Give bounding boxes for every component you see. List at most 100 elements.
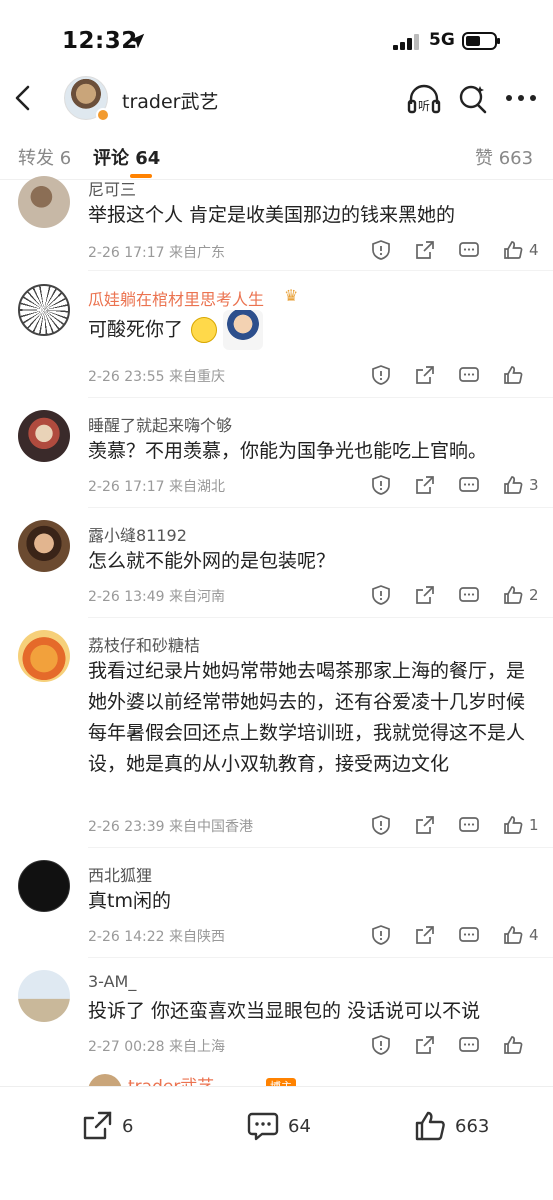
nav-bar: trader武艺 听 [0, 74, 553, 124]
commenter-name[interactable]: 荔枝仔和砂糖桔 [88, 632, 200, 656]
comment-text: 怎么就不能外网的是包装呢？ [88, 550, 336, 572]
comment-actions: 3 [348, 473, 539, 497]
bottom-action-bar: 6 64 663 [0, 1086, 553, 1200]
back-chevron-icon[interactable] [12, 84, 34, 112]
share-icon[interactable] [414, 239, 436, 261]
like-icon[interactable] [502, 584, 524, 606]
comment-actions [348, 363, 539, 387]
reply-icon[interactable] [458, 474, 480, 496]
like-count: 3 [529, 476, 539, 494]
status-bar: 12:32 5G [0, 0, 553, 74]
like-count-total: 663 [455, 1115, 490, 1137]
like-count: 2 [529, 586, 539, 604]
commenter-avatar[interactable] [18, 410, 70, 462]
comment-text: 羡慕？不用羡慕，你能为国争光也能吃上官晌。 [88, 440, 488, 462]
like-count: 4 [529, 241, 539, 259]
report-icon[interactable] [370, 814, 392, 836]
share-icon[interactable] [414, 924, 436, 946]
comment-text: 真tm闲的 [88, 890, 171, 912]
listen-headphones-icon[interactable]: 听 [406, 82, 442, 116]
report-icon[interactable] [370, 924, 392, 946]
tab-reposts[interactable]: 转发 6 [18, 144, 71, 170]
author-avatar[interactable] [64, 76, 112, 124]
battery-icon [462, 32, 500, 50]
sticker-emoji-icon [191, 317, 218, 343]
reply-icon[interactable] [458, 814, 480, 836]
comment-icon [247, 1112, 279, 1141]
repost-count: 6 [122, 1115, 134, 1137]
comment-meta: 2-26 13:49 来自河南 [88, 589, 226, 605]
like-button[interactable]: 663 [413, 1109, 489, 1143]
like-icon[interactable] [502, 924, 524, 946]
comment-actions: 2 [348, 583, 539, 607]
comment-meta: 2-26 14:22 来自陕西 [88, 929, 226, 945]
report-icon[interactable] [370, 474, 392, 496]
like-icon[interactable] [502, 474, 524, 496]
author-name[interactable]: trader武艺 [122, 87, 218, 114]
commenter-avatar[interactable] [18, 860, 70, 912]
report-icon[interactable] [370, 364, 392, 386]
status-time: 12:32 [62, 28, 138, 54]
like-thumb-icon [415, 1111, 445, 1141]
comment-text: 投诉了 你还蛮喜欢当显眼包的 没话说可以不说 [88, 1000, 481, 1022]
like-icon[interactable] [502, 1034, 524, 1056]
share-icon[interactable] [414, 474, 436, 496]
search-icon[interactable] [458, 83, 488, 115]
comment-divider [88, 507, 553, 508]
commenter-avatar[interactable] [18, 520, 70, 572]
comment-divider [88, 397, 553, 398]
reply-icon[interactable] [458, 364, 480, 386]
commenter-avatar[interactable] [18, 176, 70, 228]
comment-text: 可酸死你了 [88, 310, 529, 350]
reply-icon[interactable] [458, 239, 480, 261]
comment-actions: 4 [348, 238, 539, 262]
commenter-name[interactable]: 露小缝81192 [88, 522, 187, 546]
comment-meta: 2-26 17:17 来自湖北 [88, 479, 226, 495]
commenter-avatar[interactable] [18, 630, 70, 682]
like-icon[interactable] [502, 814, 524, 836]
comment-button[interactable]: 64 [246, 1109, 311, 1143]
comment-actions: 4 [348, 923, 539, 947]
tab-likes[interactable]: 赞 663 [475, 144, 533, 170]
repost-icon [83, 1111, 112, 1140]
commenter-name[interactable]: 西北狐狸 [88, 862, 152, 886]
report-icon[interactable] [370, 239, 392, 261]
reply-icon[interactable] [458, 584, 480, 606]
share-icon[interactable] [414, 814, 436, 836]
share-icon[interactable] [414, 584, 436, 606]
comment-count: 64 [288, 1115, 311, 1137]
reply-icon[interactable] [458, 924, 480, 946]
comment-meta: 2-27 00:28 来自上海 [88, 1039, 226, 1055]
commenter-name[interactable]: 睡醒了就起来嗨个够 [88, 412, 232, 436]
share-icon[interactable] [414, 1034, 436, 1056]
comment-meta: 2-26 23:55 来自重庆 [88, 369, 226, 385]
commenter-name[interactable]: 瓜娃躺在棺材里思考人生 [88, 286, 264, 310]
report-icon[interactable] [370, 584, 392, 606]
like-count: 4 [529, 926, 539, 944]
comment-text: 我看过纪录片她妈常带她去喝茶那家上海的餐厅，是她外婆以前经常带她妈去的，还有谷爱… [88, 660, 526, 775]
reply-icon[interactable] [458, 1034, 480, 1056]
comment-actions [348, 1033, 539, 1057]
location-arrow-icon [129, 33, 145, 49]
sticker-girl-with-pearl-icon [223, 310, 264, 350]
cellular-signal-icon [393, 34, 419, 50]
comment-meta: 2-26 23:39 来自中国香港 [88, 819, 254, 835]
commenter-name[interactable]: 尼可三 [88, 176, 136, 200]
crown-badge-icon: ♛ [284, 286, 299, 305]
like-icon[interactable] [502, 364, 524, 386]
commenter-avatar[interactable] [18, 970, 70, 1022]
tab-comments[interactable]: 评论 64 [93, 144, 160, 170]
verified-badge-icon [96, 108, 110, 122]
report-icon[interactable] [370, 1034, 392, 1056]
comment-text-content: 可酸死你了 [88, 318, 184, 341]
more-options-icon[interactable] [505, 94, 537, 102]
commenter-avatar[interactable] [18, 284, 70, 336]
network-type: 5G [429, 30, 455, 50]
comment-divider [88, 957, 553, 958]
repost-button[interactable]: 6 [80, 1109, 133, 1143]
share-icon[interactable] [414, 364, 436, 386]
comment-meta: 2-26 17:17 来自广东 [88, 245, 226, 261]
comment-divider [88, 270, 553, 271]
like-icon[interactable] [502, 239, 524, 261]
commenter-name[interactable]: 3-AM_ [88, 972, 136, 991]
